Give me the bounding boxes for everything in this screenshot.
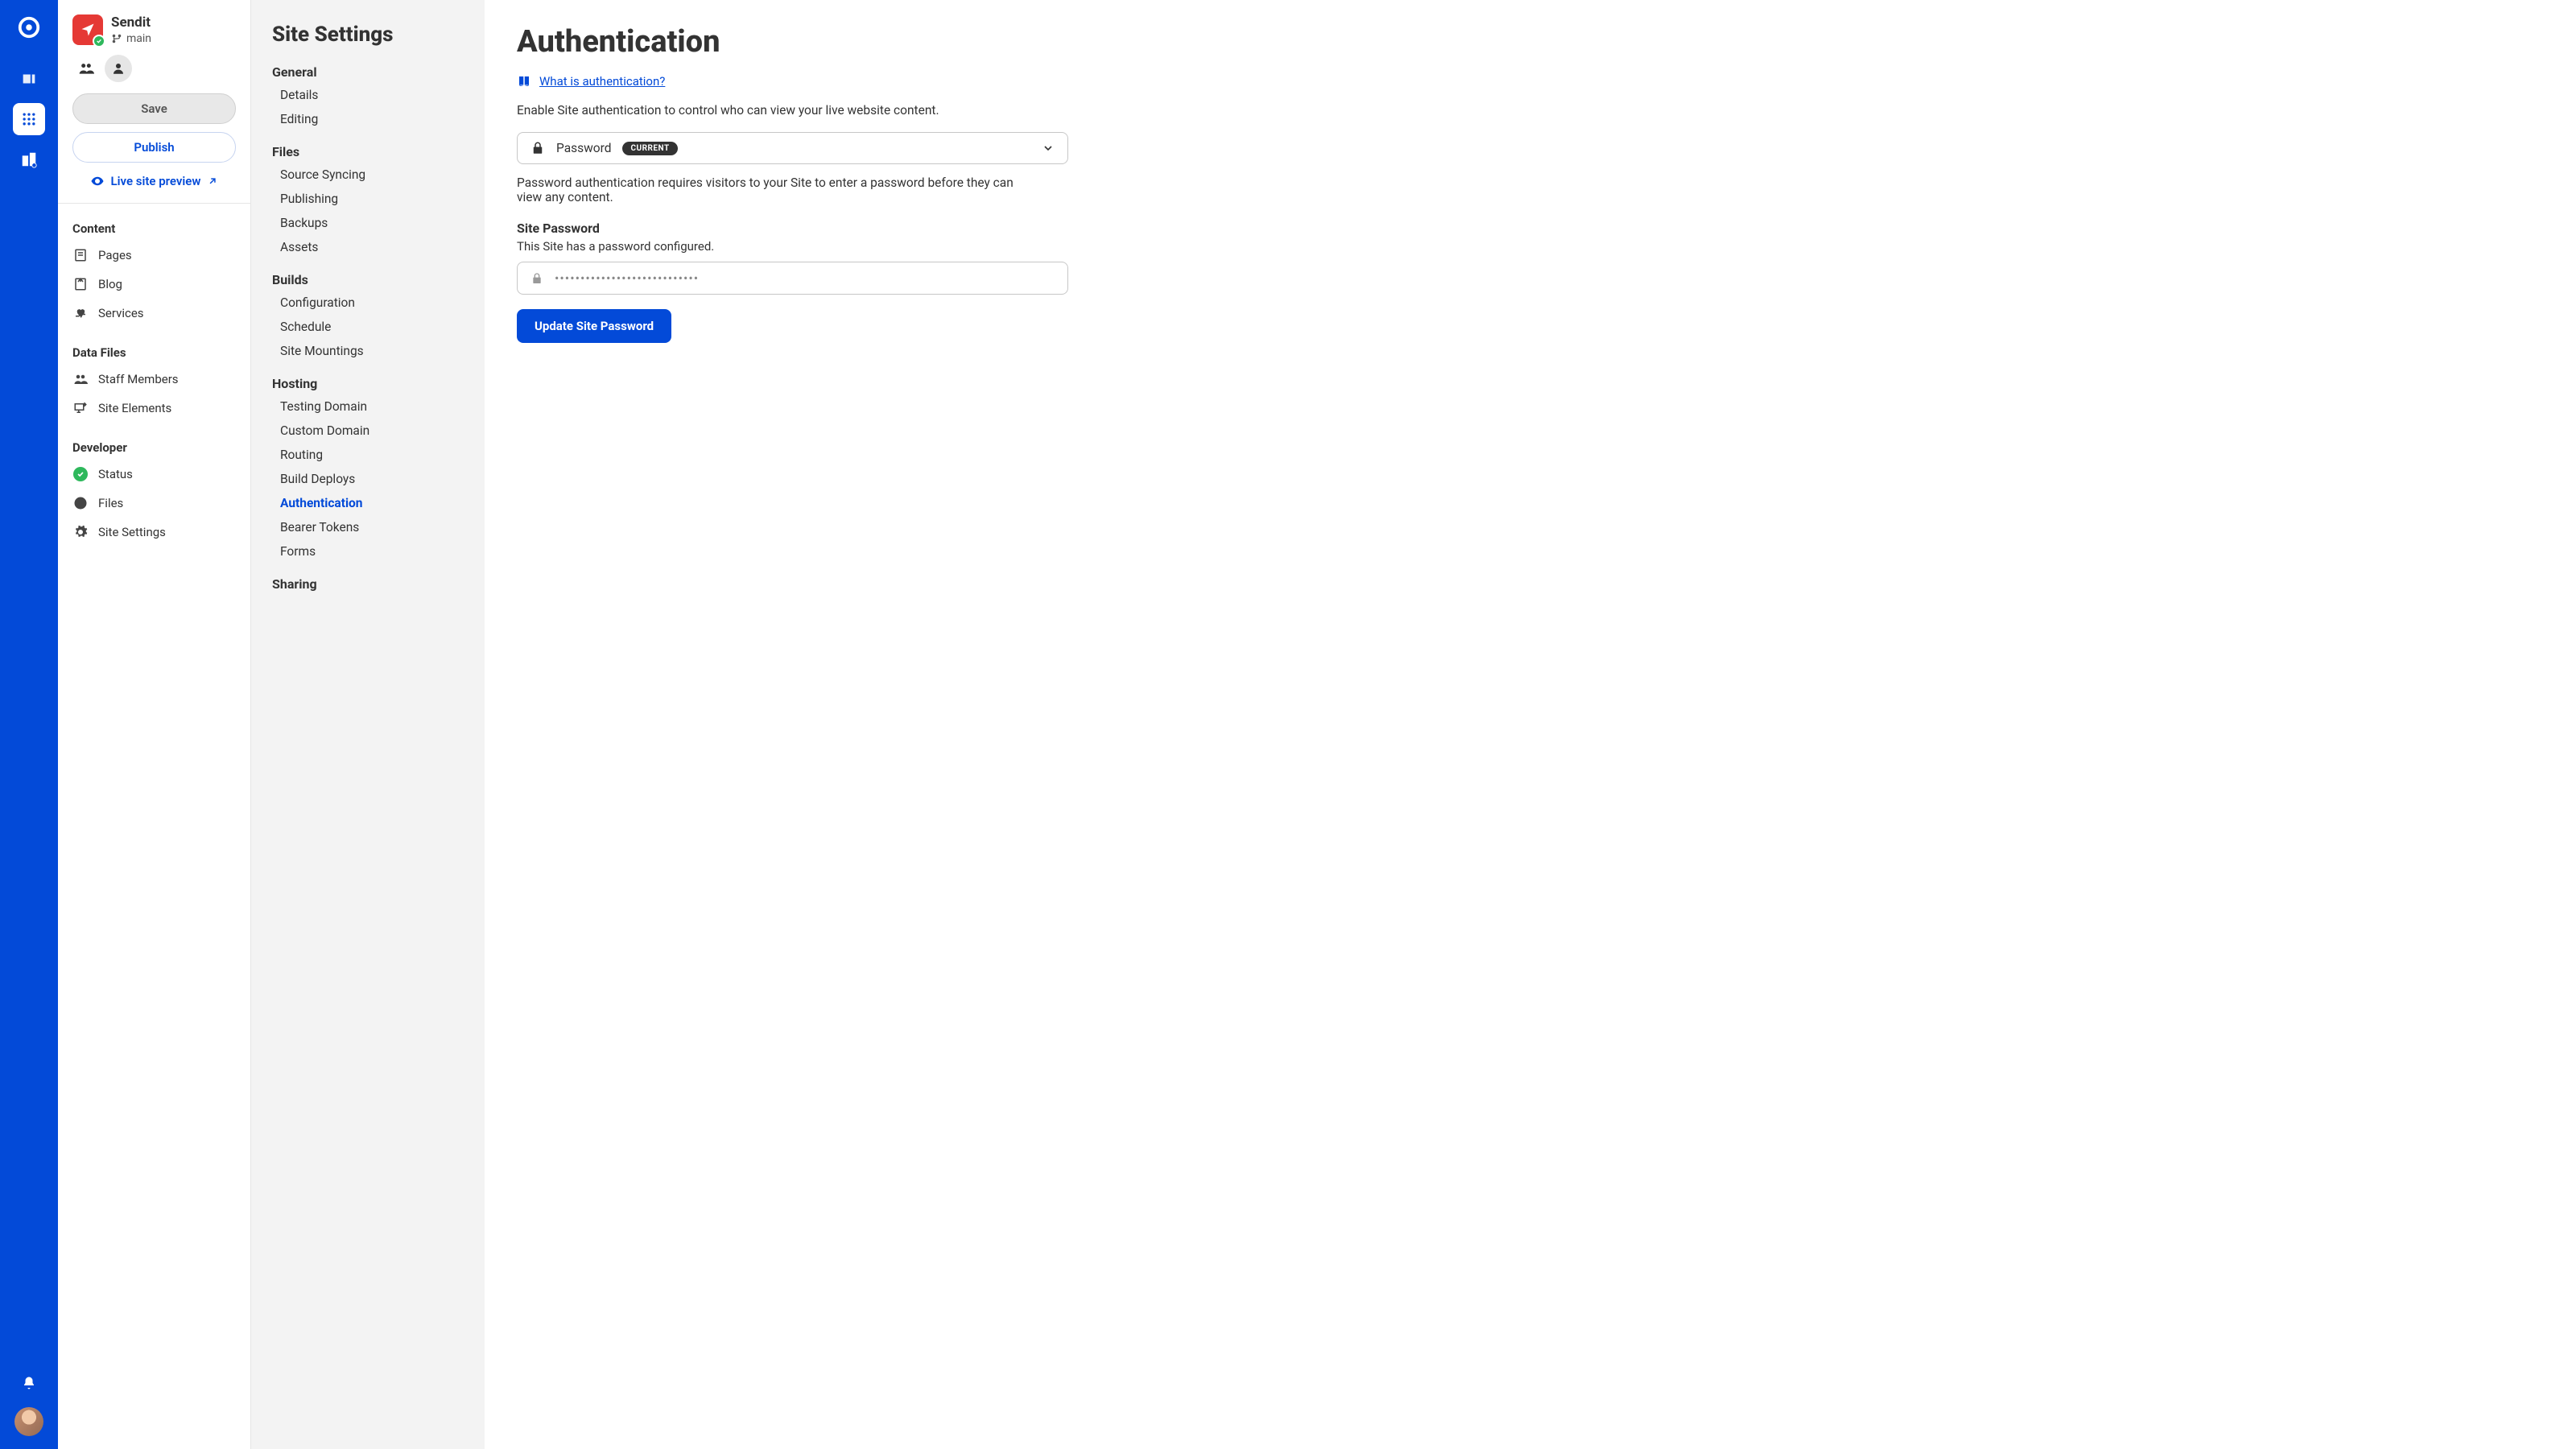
eye-icon	[90, 174, 105, 188]
files-icon	[72, 496, 89, 510]
user-avatar[interactable]	[14, 1407, 43, 1436]
lock-icon	[530, 272, 543, 285]
settings-item-routing[interactable]: Routing	[272, 443, 464, 467]
sidebar: Sendit main Save Publish Live site previ…	[58, 0, 251, 1449]
status-check-icon	[93, 35, 105, 47]
main-content: Authentication What is authentication? E…	[485, 0, 2576, 1449]
sidebar-item-label: Site Settings	[98, 525, 166, 539]
sidebar-item-files[interactable]: Files	[58, 489, 250, 518]
sidebar-item-site-settings[interactable]: Site Settings	[58, 518, 250, 547]
staff-icon	[72, 372, 89, 386]
status-icon	[72, 467, 89, 481]
settings-item-build-deploys[interactable]: Build Deploys	[272, 467, 464, 491]
password-configured-label: This Site has a password configured.	[517, 239, 2544, 254]
settings-group-title: Builds	[272, 272, 464, 287]
team-view-button[interactable]	[72, 55, 100, 82]
sidebar-item-label: Files	[98, 496, 123, 510]
password-field[interactable]: ••••••••••••••••••••••••••••	[517, 262, 1068, 295]
blog-icon	[72, 277, 89, 291]
project-logo	[72, 14, 103, 45]
page-icon	[72, 248, 89, 262]
live-preview-link[interactable]: Live site preview	[58, 167, 250, 203]
settings-item-bearer-tokens[interactable]: Bearer Tokens	[272, 515, 464, 539]
save-button[interactable]: Save	[72, 93, 236, 124]
settings-groups: General DetailsEditing Files Source Syncing…	[272, 64, 464, 592]
settings-item-configuration[interactable]: Configuration	[272, 291, 464, 315]
enable-description: Enable Site authentication to control wh…	[517, 103, 1080, 118]
sidebar-item-label: Site Elements	[98, 401, 171, 415]
update-password-button[interactable]: Update Site Password	[517, 309, 671, 343]
chevron-down-icon	[1042, 142, 1055, 155]
settings-item-authentication[interactable]: Authentication	[272, 491, 464, 515]
book-icon	[517, 74, 531, 89]
sidebar-item-staff-members[interactable]: Staff Members	[58, 365, 250, 394]
sidebar-item-status[interactable]: Status	[58, 460, 250, 489]
sidebar-item-site-elements[interactable]: Site Elements	[58, 394, 250, 423]
settings-item-backups[interactable]: Backups	[272, 211, 464, 235]
settings-title: Site Settings	[272, 23, 464, 47]
settings-item-source-syncing[interactable]: Source Syncing	[272, 163, 464, 187]
elements-icon	[72, 401, 89, 415]
settings-group-title: Sharing	[272, 576, 464, 592]
sidebar-item-label: Pages	[98, 248, 132, 262]
sidebar-item-label: Services	[98, 306, 144, 320]
sidebar-item-label: Status	[98, 467, 133, 481]
app-logo[interactable]	[13, 11, 45, 43]
password-section-title: Site Password	[517, 221, 2544, 236]
project-name: Sendit	[111, 14, 151, 31]
settings-item-forms[interactable]: Forms	[272, 539, 464, 564]
settings-item-publishing[interactable]: Publishing	[272, 187, 464, 211]
settings-item-details[interactable]: Details	[272, 83, 464, 107]
help-link-label: What is authentication?	[539, 74, 665, 89]
password-description: Password authentication requires visitor…	[517, 175, 1032, 204]
preview-label: Live site preview	[111, 174, 201, 188]
external-link-icon	[207, 175, 218, 187]
password-value: ••••••••••••••••••••••••••••	[555, 270, 699, 286]
current-badge: CURRENT	[622, 142, 677, 155]
settings-group-title: Files	[272, 144, 464, 159]
settings-icon	[72, 525, 89, 539]
settings-item-testing-domain[interactable]: Testing Domain	[272, 394, 464, 419]
sidebar-item-blog[interactable]: Blog	[58, 270, 250, 299]
sidebar-item-pages[interactable]: Pages	[58, 241, 250, 270]
settings-column: Site Settings General DetailsEditing Files…	[251, 0, 485, 1449]
auth-method-selector[interactable]: Password CURRENT	[517, 132, 1068, 164]
org-nav-icon[interactable]	[13, 143, 45, 175]
apps-nav-icon[interactable]	[13, 103, 45, 135]
notifications-icon[interactable]	[13, 1367, 45, 1399]
branch-label: main	[126, 32, 151, 45]
sidebar-item-label: Blog	[98, 277, 122, 291]
publish-button[interactable]: Publish	[72, 132, 236, 163]
branch-icon	[111, 33, 122, 44]
nav-sections: Content Pages Blog Services Data Files Staff …	[58, 215, 250, 558]
action-buttons: Save Publish	[58, 93, 250, 167]
app-rail	[0, 0, 58, 1449]
settings-item-assets[interactable]: Assets	[272, 235, 464, 259]
settings-group-title: General	[272, 64, 464, 80]
nav-section-title: Content	[58, 215, 250, 241]
settings-item-custom-domain[interactable]: Custom Domain	[272, 419, 464, 443]
dashboard-nav-icon[interactable]	[13, 63, 45, 95]
personal-view-button[interactable]	[105, 55, 132, 82]
sidebar-item-label: Staff Members	[98, 372, 179, 386]
settings-item-editing[interactable]: Editing	[272, 107, 464, 131]
team-switcher	[58, 52, 250, 93]
settings-item-site-mountings[interactable]: Site Mountings	[272, 339, 464, 363]
nav-section-title: Data Files	[58, 339, 250, 365]
sidebar-item-services[interactable]: Services	[58, 299, 250, 328]
nav-section-title: Developer	[58, 434, 250, 460]
settings-item-schedule[interactable]: Schedule	[272, 315, 464, 339]
services-icon	[72, 306, 89, 320]
settings-group-title: Hosting	[272, 376, 464, 391]
auth-method-label: Password	[556, 141, 611, 155]
lock-icon	[530, 141, 545, 155]
project-header: Sendit main	[58, 0, 250, 52]
help-link[interactable]: What is authentication?	[517, 74, 665, 89]
project-branch: main	[111, 32, 151, 45]
page-title: Authentication	[517, 24, 2544, 60]
